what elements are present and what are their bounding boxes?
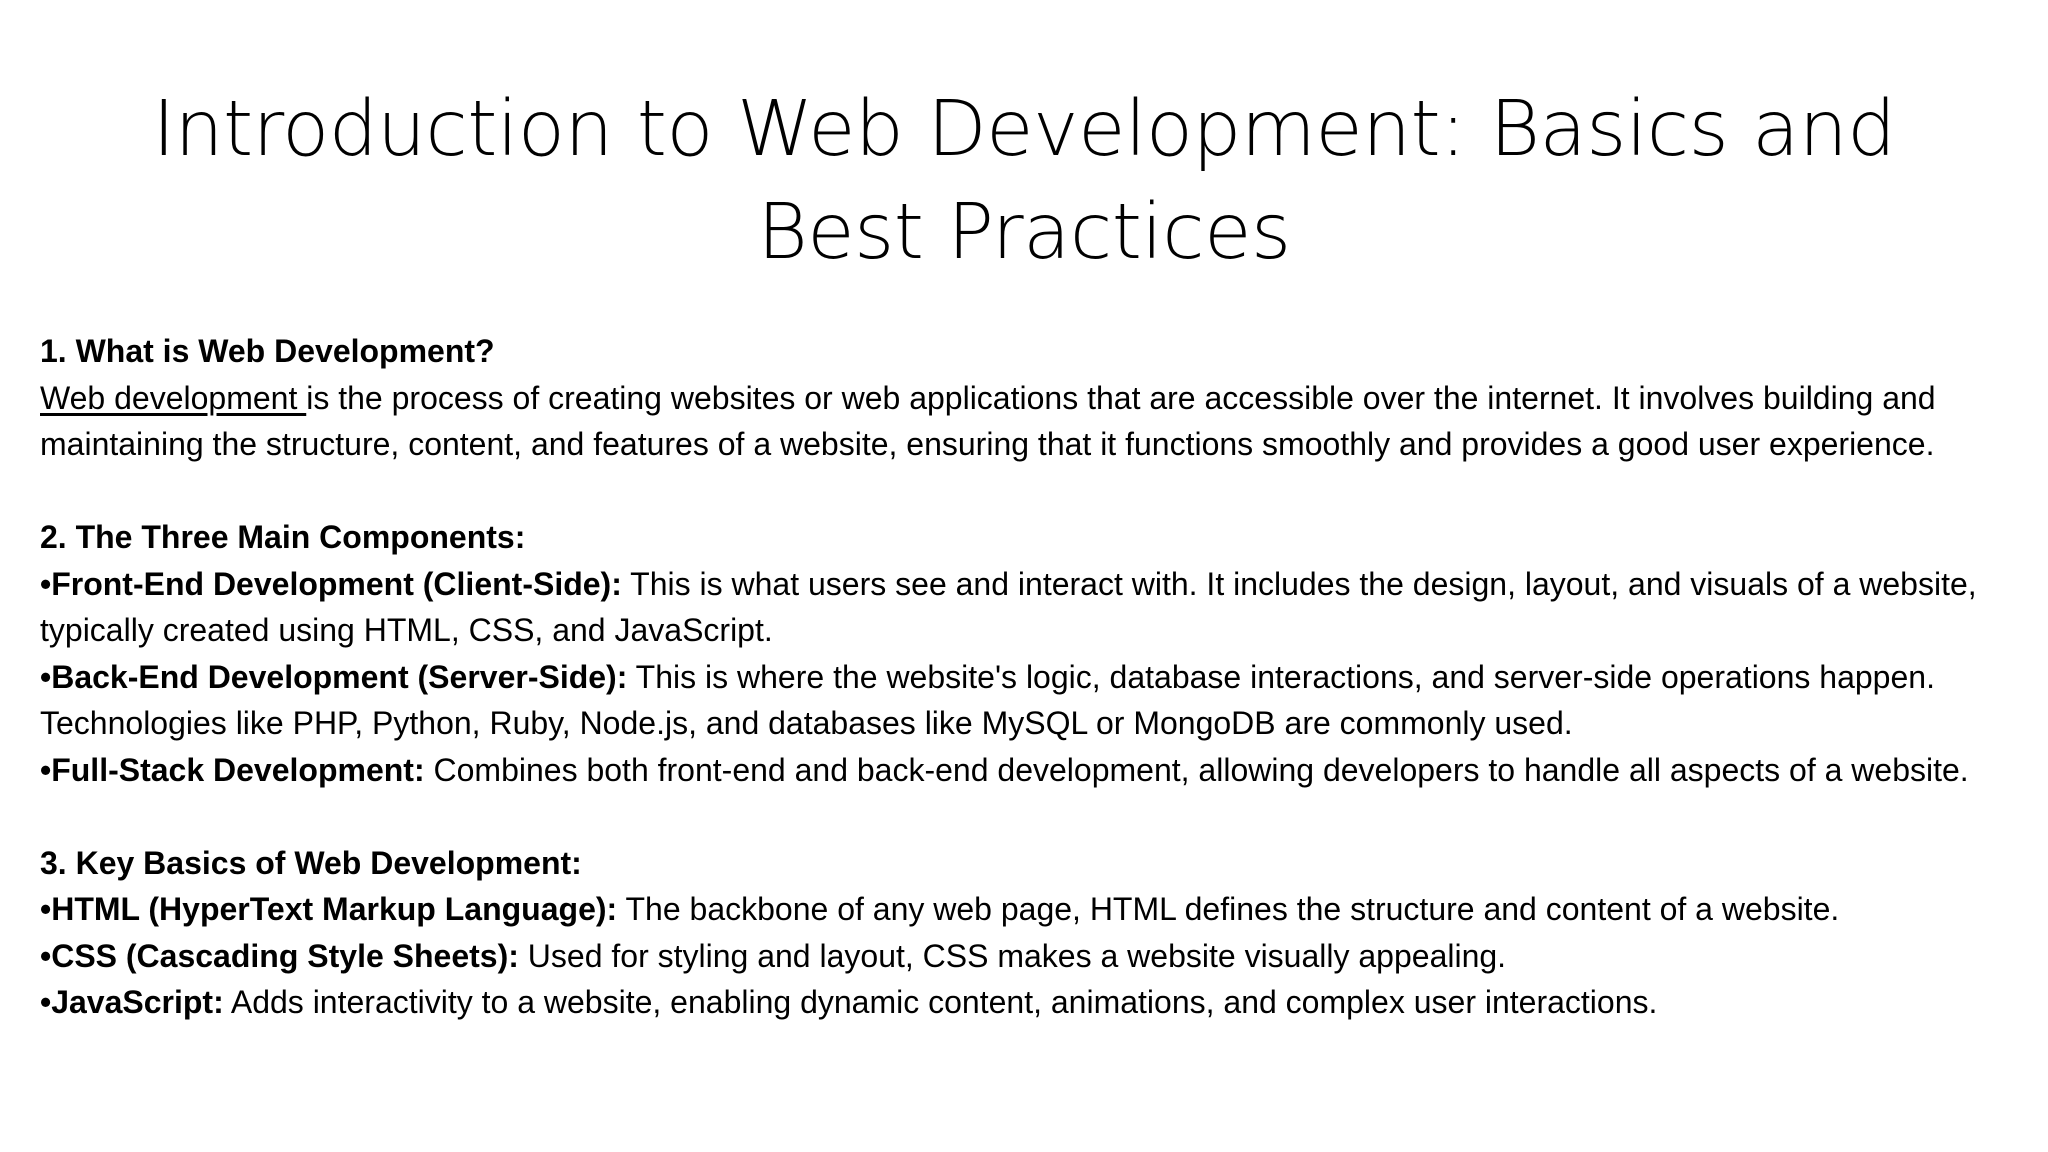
list-item: •Back-End Development (Server-Side): Thi… — [40, 654, 2020, 747]
paragraph-text: is the process of creating websites or w… — [40, 379, 1936, 463]
bullet-icon: • — [40, 565, 52, 602]
bullet-text: Used for styling and layout, CSS makes a… — [518, 937, 1507, 974]
web-development-link[interactable]: Web development — [40, 380, 306, 416]
section-heading: 1. What is Web Development? — [40, 333, 495, 369]
bullet-text: The backbone of any web page, HTML defin… — [617, 891, 1840, 927]
bullet-icon: • — [40, 751, 52, 788]
section-paragraph: Web development is the process of creati… — [40, 375, 2020, 468]
section-what-is-web-development: 1. What is Web Development? Web developm… — [40, 328, 2020, 468]
section-three-main-components: 2. The Three Main Components: •Front-End… — [40, 514, 2020, 793]
bullet-icon: • — [40, 937, 52, 974]
title-line-2: Best Practices — [757, 188, 1291, 277]
list-item: •HTML (HyperText Markup Language): The b… — [40, 886, 2020, 933]
bullet-term: HTML (HyperText Markup Language): — [51, 891, 618, 927]
bullet-text: Combines both front-end and back-end dev… — [424, 751, 1969, 788]
slide-title: Introduction to Web Development: Basics … — [100, 78, 1948, 284]
bullet-term: Front-End Development (Client-Side): — [51, 565, 622, 602]
bullet-term: JavaScript: — [51, 984, 224, 1020]
section-key-basics: 3. Key Basics of Web Development: •HTML … — [40, 840, 2020, 1026]
list-item: •JavaScript: Adds interactivity to a web… — [40, 979, 2020, 1026]
bullet-term: CSS (Cascading Style Sheets): — [51, 937, 519, 974]
title-line-1: Introduction to Web Development: Basics … — [152, 85, 1896, 174]
bullet-icon: • — [40, 658, 52, 695]
slide-body: 1. What is Web Development? Web developm… — [40, 328, 2020, 1026]
list-item: •CSS (Cascading Style Sheets): Used for … — [40, 933, 2020, 980]
bullet-term: Full-Stack Development: — [51, 751, 425, 788]
bullet-icon: • — [40, 984, 52, 1020]
section-heading: 2. The Three Main Components: — [40, 519, 526, 555]
slide: Introduction to Web Development: Basics … — [0, 0, 2048, 1152]
section-heading: 3. Key Basics of Web Development: — [40, 844, 582, 881]
bullet-text: Adds interactivity to a website, enablin… — [223, 984, 1658, 1020]
list-item: •Full-Stack Development: Combines both f… — [40, 747, 2020, 794]
bullet-term: Back-End Development (Server-Side): — [51, 658, 628, 695]
list-item: •Front-End Development (Client-Side): Th… — [40, 561, 2020, 654]
bullet-icon: • — [40, 891, 52, 927]
